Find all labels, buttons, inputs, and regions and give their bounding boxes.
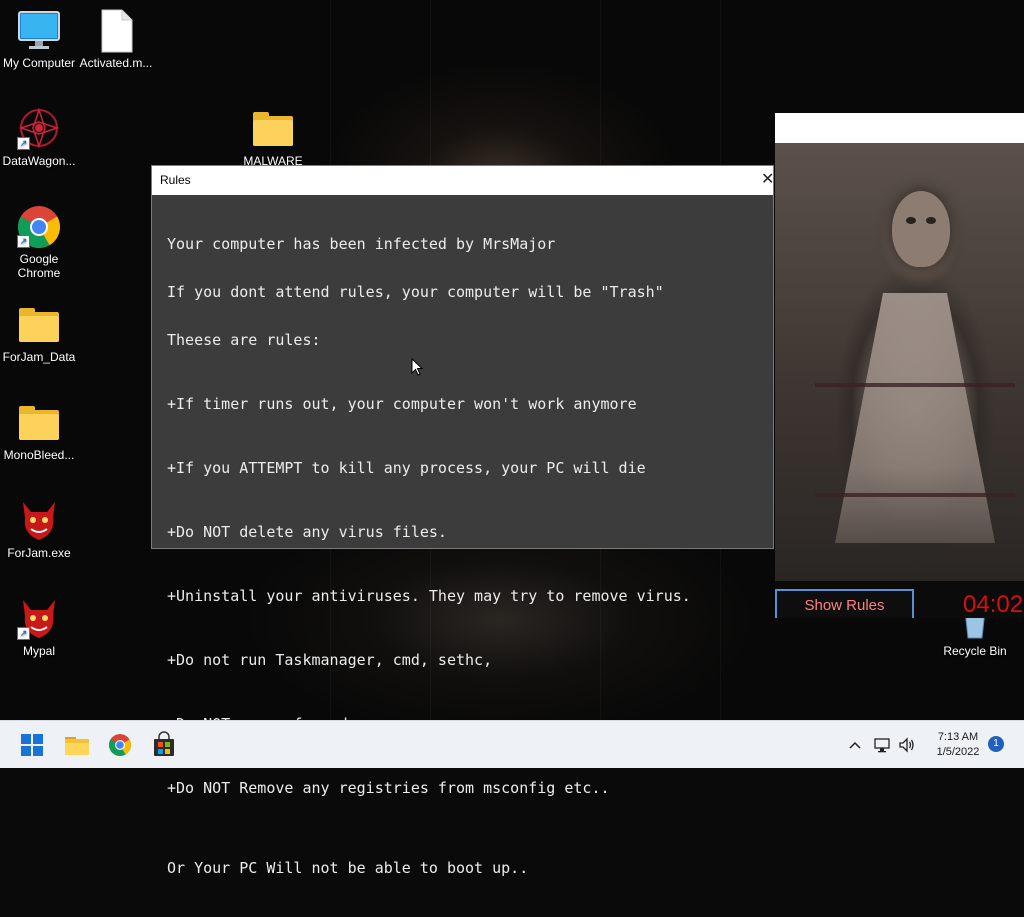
desktop-icon-forjam-exe[interactable]: ForJam.exe <box>1 498 77 560</box>
rule-line: +Uninstall your antiviruses. They may tr… <box>167 587 691 605</box>
start-icon[interactable] <box>16 729 48 761</box>
show-rules-button[interactable]: Show Rules <box>775 589 914 618</box>
intro-line: If you dont attend rules, your computer … <box>167 283 664 301</box>
monitor-icon <box>15 8 63 54</box>
folder-icon <box>15 400 63 446</box>
speaker-icon[interactable] <box>897 735 917 755</box>
desktop-icon-google-chrome[interactable]: ↗ Google Chrome <box>1 204 77 280</box>
rules-window-title: Rules <box>160 173 191 187</box>
desktop-icon-label: Activated.m... <box>79 56 153 70</box>
chevron-up-icon[interactable] <box>845 735 865 755</box>
chrome-icon: ↗ <box>15 204 63 250</box>
clock[interactable]: 7:13 AM 1/5/2022 <box>930 730 986 760</box>
desktop-icon-activated-file[interactable]: Activated.m... <box>78 8 154 70</box>
desktop-icon-my-computer[interactable]: My Computer <box>1 8 77 70</box>
doll-head-shape <box>892 191 950 267</box>
close-icon[interactable]: ✕ <box>761 166 774 195</box>
rule-line: +Do NOT Remove any registries from mscon… <box>167 779 610 797</box>
desktop-icon-label: ForJam.exe <box>7 546 71 560</box>
desktop-icon-label: My Computer <box>2 56 76 70</box>
desktop-icon-malware-folder[interactable]: MALWARE <box>235 106 311 168</box>
desktop-icon-label: DataWagon... <box>2 154 76 168</box>
chrome-icon[interactable] <box>104 729 136 761</box>
doll-ribbon <box>815 383 1015 387</box>
shortcut-arrow-icon: ↗ <box>17 137 30 150</box>
desktop-icon-monobleed-folder[interactable]: MonoBleed... <box>1 400 77 462</box>
desktop-icon-label: MonoBleed... <box>3 448 75 462</box>
rule-line: +Do NOT delete any virus files. <box>167 523 447 541</box>
rule-line: +Do not run Taskmanager, cmd, sethc, <box>167 651 493 669</box>
store-icon[interactable] <box>148 729 180 761</box>
countdown-timer: 04:02 <box>963 591 1024 618</box>
desktop-icon-label: Google Chrome <box>17 252 61 280</box>
taskbar: 7:13 AM 1/5/2022 1 <box>0 720 1024 768</box>
footer-line: Or Your PC Will not be able to boot up.. <box>167 859 529 877</box>
red-demon-icon <box>15 498 63 544</box>
desktop-icon-datawagon[interactable]: ↗ DataWagon... <box>1 106 77 168</box>
notification-badge[interactable]: 1 <box>988 736 1004 752</box>
clock-date: 1/5/2022 <box>936 746 980 758</box>
clock-time: 7:13 AM <box>937 731 979 743</box>
desktop-icon-label: Mypal <box>22 644 55 658</box>
doll-dress-shape <box>835 293 995 543</box>
desktop-icon-forjam-data-folder[interactable]: ForJam_Data <box>1 302 77 364</box>
mouse-cursor-icon <box>411 357 424 381</box>
desktop-icon-label: Recycle Bin <box>943 644 1007 658</box>
ransom-window-titlebar[interactable] <box>775 113 1024 143</box>
ransom-window[interactable]: Show Rules 04:02 <box>775 113 1024 618</box>
rules-window[interactable]: Rules ✕ Your computer has been infected … <box>151 165 774 876</box>
rules-text: Your computer has been infected by MrsMa… <box>152 195 773 917</box>
network-icon[interactable] <box>872 735 892 755</box>
folder-icon <box>15 302 63 348</box>
file-icon <box>92 8 140 54</box>
red-demon-icon: ↗ <box>15 596 63 642</box>
doll-eye <box>926 217 936 224</box>
desktop-icon-label: ForJam_Data <box>2 350 76 364</box>
folder-icon <box>249 106 297 152</box>
shortcut-arrow-icon: ↗ <box>17 627 30 640</box>
file-explorer-icon[interactable] <box>61 729 93 761</box>
rules-window-titlebar[interactable]: Rules ✕ <box>152 166 774 195</box>
doll-eye <box>906 217 916 224</box>
rule-line: +If timer runs out, your computer won't … <box>167 395 637 413</box>
datawagon-icon: ↗ <box>15 106 63 152</box>
desktop-icon-mypal[interactable]: ↗ Mypal <box>1 596 77 658</box>
rule-line: +If you ATTEMPT to kill any process, you… <box>167 459 646 477</box>
shortcut-arrow-icon: ↗ <box>17 235 30 248</box>
intro-line: Your computer has been infected by MrsMa… <box>167 235 556 253</box>
creepy-doll-image <box>775 143 1024 581</box>
doll-hem-stripe <box>815 493 1015 497</box>
intro-line: Theese are rules: <box>167 331 321 349</box>
